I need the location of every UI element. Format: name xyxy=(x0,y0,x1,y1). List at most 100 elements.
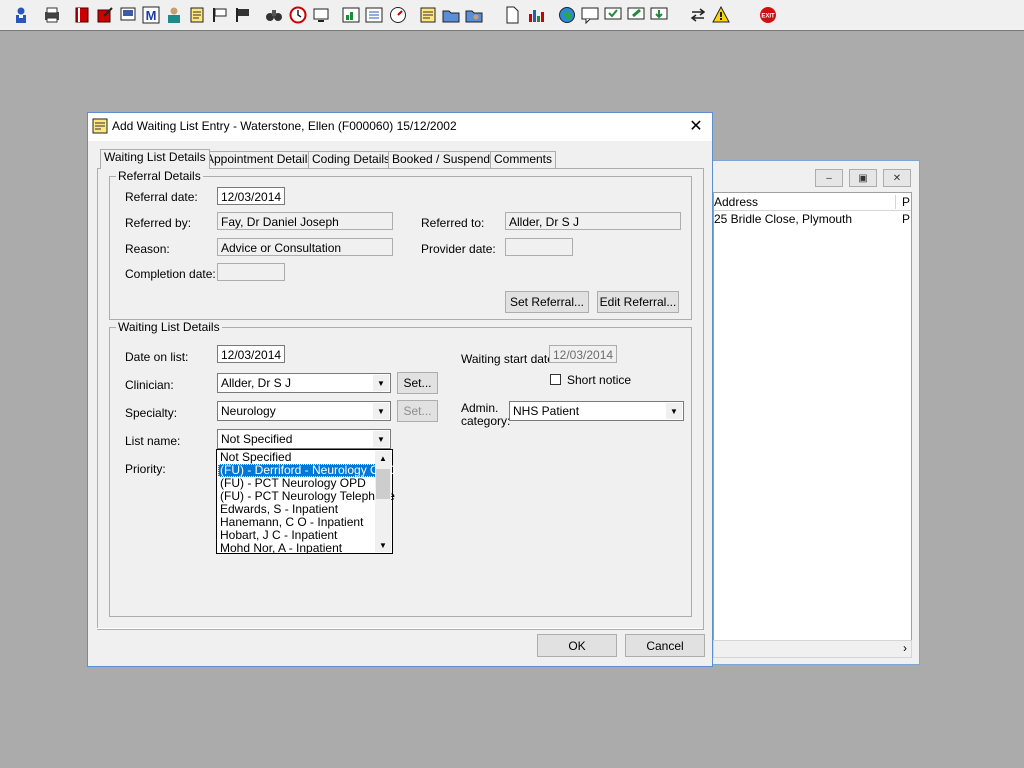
chevron-up-icon[interactable]: ▲ xyxy=(375,451,391,465)
referred-by-field: Fay, Dr Daniel Joseph xyxy=(217,212,393,230)
referral-date-label: Referral date: xyxy=(125,190,198,204)
ok-button[interactable]: OK xyxy=(537,634,617,657)
chart-box-icon[interactable] xyxy=(340,4,362,26)
document-icon[interactable] xyxy=(501,4,523,26)
provider-date-label: Provider date: xyxy=(421,242,496,256)
referral-date-field[interactable]: 12/03/2014 xyxy=(217,187,285,205)
dial-icon[interactable] xyxy=(387,4,409,26)
notepad-icon[interactable] xyxy=(186,4,208,26)
notepad-icon xyxy=(92,118,108,134)
short-notice-label: Short notice xyxy=(567,373,632,387)
completion-date-field xyxy=(217,263,285,281)
minimize-icon[interactable]: – xyxy=(815,169,843,187)
list-row[interactable]: 25 Bridle Close, Plymouth P xyxy=(714,211,911,227)
clinician-select[interactable]: Allder, Dr S J ▼ xyxy=(217,373,391,393)
screen-icon[interactable] xyxy=(117,4,139,26)
list-name-select[interactable]: Not Specified ▼ xyxy=(217,429,391,449)
referred-to-field: Allder, Dr S J xyxy=(505,212,681,230)
chevron-right-icon[interactable]: › xyxy=(903,641,907,655)
flag-dark-icon[interactable] xyxy=(232,4,254,26)
patient-list: Address P 25 Bridle Close, Plymouth P xyxy=(713,192,912,642)
set-referral-button[interactable]: Set Referral... xyxy=(505,291,589,313)
dialog-title: Add Waiting List Entry - Waterstone, Ell… xyxy=(112,119,457,133)
message-arrow-icon[interactable] xyxy=(579,4,601,26)
chevron-down-icon[interactable]: ▼ xyxy=(666,403,682,419)
add-waiting-list-dialog: Add Waiting List Entry - Waterstone, Ell… xyxy=(87,112,713,667)
message-check-icon[interactable] xyxy=(602,4,624,26)
person-icon[interactable] xyxy=(163,4,185,26)
group-title: Waiting List Details xyxy=(116,320,222,334)
edit-book-icon[interactable] xyxy=(94,4,116,26)
list-name-dropdown: Not Specified (FU) - Derriford - Neurolo… xyxy=(216,449,396,554)
dropdown-option[interactable]: Mohd Nor, A - Inpatient xyxy=(218,542,376,553)
tab-appointment-details[interactable]: Appointment Details xyxy=(202,151,318,168)
message-down-icon[interactable] xyxy=(648,4,670,26)
referred-by-label: Referred by: xyxy=(125,216,192,230)
print-icon[interactable] xyxy=(41,4,63,26)
restore-icon[interactable]: ▣ xyxy=(849,169,877,187)
referred-to-label: Referred to: xyxy=(421,216,485,230)
list-name-value: Not Specified xyxy=(221,432,293,446)
row-p: P xyxy=(902,212,911,226)
date-on-list-field[interactable]: 12/03/2014 xyxy=(217,345,285,363)
admin-category-label: Admin. xyxy=(461,401,499,415)
close-icon[interactable]: ✕ xyxy=(686,116,706,136)
patient-search-icon[interactable] xyxy=(10,4,32,26)
folder-person-icon[interactable] xyxy=(463,4,485,26)
chevron-down-icon[interactable]: ▼ xyxy=(373,403,389,419)
reason-field: Advice or Consultation xyxy=(217,238,393,256)
edit-referral-button[interactable]: Edit Referral... xyxy=(597,291,679,313)
dropdown-option[interactable]: Hobart, J C - Inpatient xyxy=(218,529,376,542)
window-controls: – ▣ ✕ xyxy=(815,169,911,187)
message-green-icon[interactable] xyxy=(625,4,647,26)
tab-coding-details[interactable]: Coding Details xyxy=(308,151,395,168)
column-header-p[interactable]: P xyxy=(895,195,910,209)
clinician-set-button[interactable]: Set... xyxy=(397,372,438,394)
priority-label: Priority: xyxy=(125,462,166,476)
date-on-list-label: Date on list: xyxy=(125,350,189,364)
patient-list-window: – ▣ ✕ Address P 25 Bridle Close, Plymout… xyxy=(700,160,920,665)
chevron-down-icon[interactable]: ▼ xyxy=(373,375,389,391)
main-toolbar: M EXIT xyxy=(0,0,1024,31)
warning-icon[interactable] xyxy=(710,4,732,26)
specialty-set-button[interactable]: Set... xyxy=(397,400,438,422)
scrollbar-thumb[interactable] xyxy=(376,469,390,499)
clinician-value: Allder, Dr S J xyxy=(221,376,292,390)
folder-edit-icon[interactable] xyxy=(440,4,462,26)
clinician-label: Clinician: xyxy=(125,378,174,392)
admin-category-select[interactable]: NHS Patient ▼ xyxy=(509,401,684,421)
book-red-icon[interactable] xyxy=(71,4,93,26)
admin-category-value: NHS Patient xyxy=(513,404,580,418)
flag-icon[interactable] xyxy=(209,4,231,26)
reason-label: Reason: xyxy=(125,242,170,256)
swap-arrows-icon[interactable] xyxy=(687,4,709,26)
specialty-value: Neurology xyxy=(221,404,276,418)
bar-chart-icon[interactable] xyxy=(525,4,547,26)
svg-text:EXIT: EXIT xyxy=(761,14,775,20)
clock-icon[interactable] xyxy=(287,4,309,26)
note-yellow-icon[interactable] xyxy=(417,4,439,26)
completion-date-label: Completion date: xyxy=(125,267,216,281)
monitor-icon[interactable] xyxy=(310,4,332,26)
dropdown-scrollbar[interactable]: ▲ ▼ xyxy=(375,451,391,552)
waiting-start-date-label: Waiting start date: xyxy=(461,352,558,366)
dialog-titlebar: Add Waiting List Entry - Waterstone, Ell… xyxy=(88,113,712,141)
globe-icon[interactable] xyxy=(556,4,578,26)
chevron-down-icon[interactable]: ▼ xyxy=(375,538,391,552)
group-title: Referral Details xyxy=(116,169,203,183)
tab-waiting-list-details[interactable]: Waiting List Details xyxy=(100,149,210,169)
short-notice-checkbox[interactable] xyxy=(550,374,561,385)
close-icon[interactable]: ✕ xyxy=(883,169,911,187)
binoculars-icon[interactable] xyxy=(263,4,285,26)
list-box-icon[interactable] xyxy=(363,4,385,26)
letter-m-icon[interactable]: M xyxy=(140,4,162,26)
column-header-address[interactable]: Address xyxy=(714,195,758,209)
horizontal-scrollbar[interactable]: › xyxy=(713,640,912,658)
chevron-down-icon[interactable]: ▼ xyxy=(373,431,389,447)
exit-icon[interactable]: EXIT xyxy=(757,4,779,26)
tab-comments[interactable]: Comments xyxy=(490,151,557,168)
list-header: Address P xyxy=(714,193,911,211)
cancel-button[interactable]: Cancel xyxy=(625,634,705,657)
tab-booked-suspend[interactable]: Booked / Suspend xyxy=(388,151,495,168)
specialty-select[interactable]: Neurology ▼ xyxy=(217,401,391,421)
